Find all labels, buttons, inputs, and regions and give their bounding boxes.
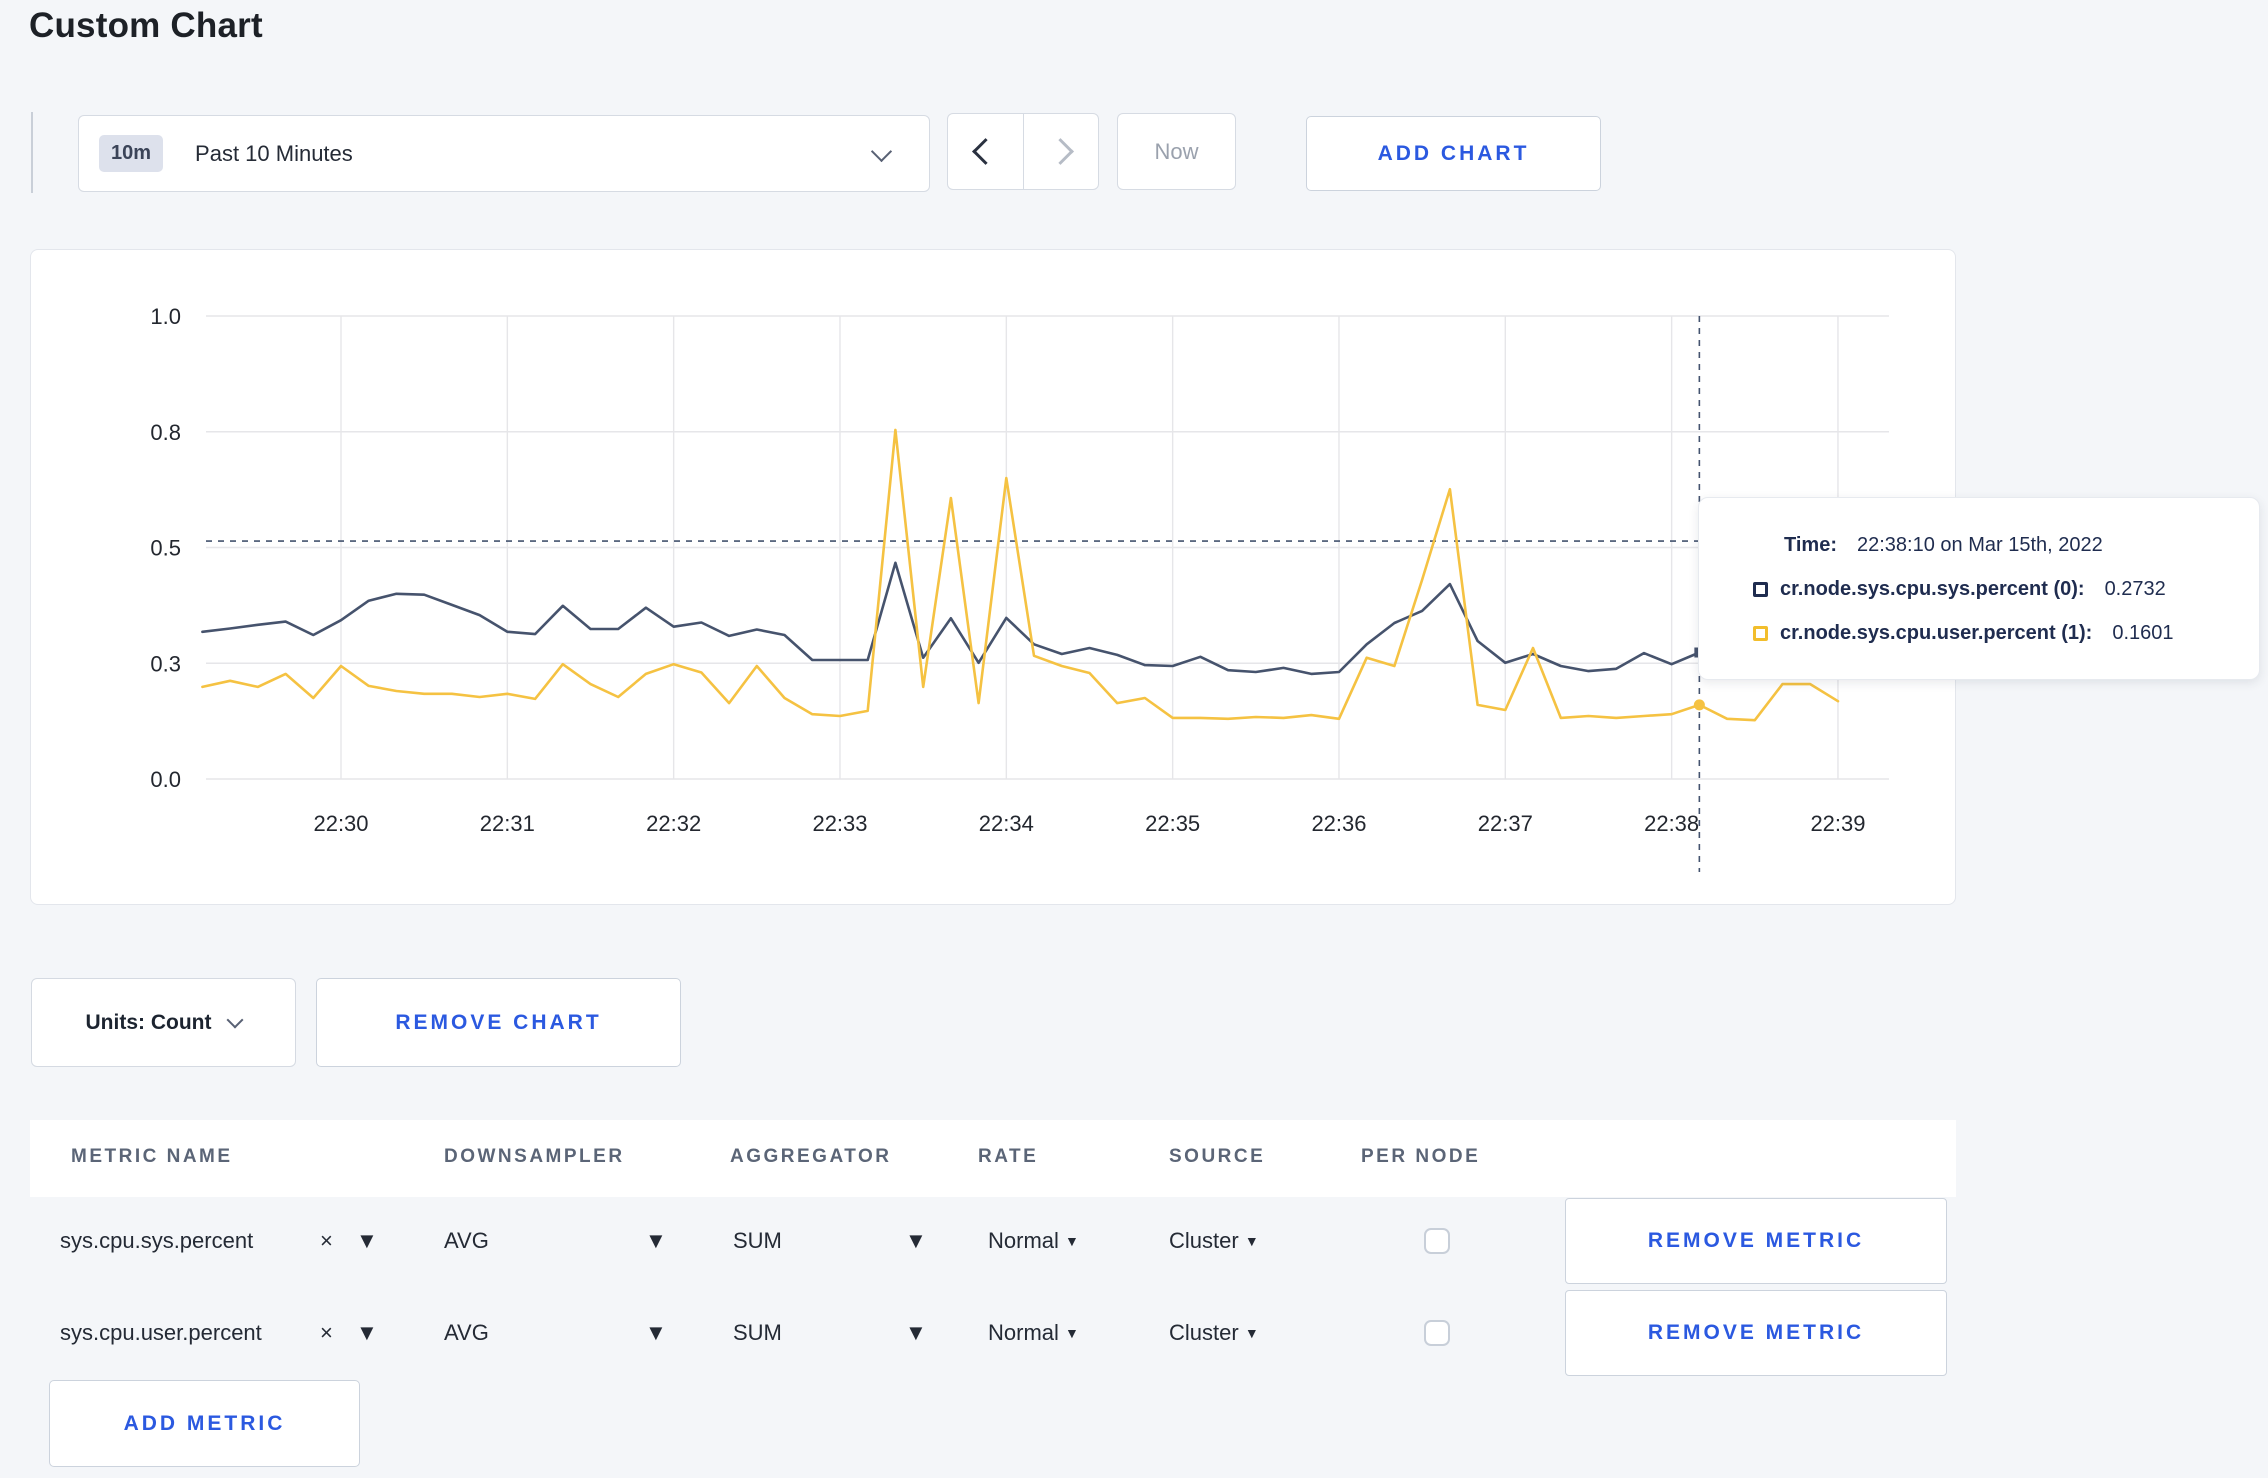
caret-down-icon[interactable]: ▼ bbox=[645, 1198, 667, 1284]
svg-text:22:39: 22:39 bbox=[1810, 811, 1865, 836]
time-range-badge: 10m bbox=[99, 135, 164, 172]
time-range-label: Past 10 Minutes bbox=[195, 140, 353, 166]
tooltip-time-label: Time: bbox=[1784, 534, 1837, 556]
remove-metric-button[interactable]: REMOVE METRIC bbox=[1565, 1198, 1947, 1284]
col-per-node: PER NODE bbox=[1361, 1146, 1481, 1167]
toolbar-divider bbox=[31, 112, 33, 193]
clear-metric-icon[interactable]: × bbox=[320, 1290, 333, 1376]
time-range-select[interactable]: 10m Past 10 Minutes bbox=[78, 115, 930, 192]
tooltip-series-label: cr.node.sys.cpu.user.percent (1): bbox=[1780, 622, 2093, 644]
aggregator-select[interactable]: SUM bbox=[733, 1198, 782, 1284]
add-metric-button[interactable]: ADD METRIC bbox=[49, 1380, 360, 1467]
svg-text:22:32: 22:32 bbox=[646, 811, 701, 836]
metric-table-row: sys.cpu.user.percent × ▼ AVG ▼ SUM ▼ Nor… bbox=[0, 1290, 2268, 1376]
tooltip-series-label: cr.node.sys.cpu.sys.percent (0): bbox=[1780, 578, 2085, 600]
downsampler-select[interactable]: AVG bbox=[444, 1290, 489, 1376]
caret-down-icon[interactable]: ▼ bbox=[905, 1198, 927, 1284]
remove-chart-button[interactable]: REMOVE CHART bbox=[316, 978, 681, 1067]
metrics-table-header: METRIC NAME DOWNSAMPLER AGGREGATOR RATE … bbox=[30, 1120, 1956, 1197]
chevron-left-icon bbox=[971, 138, 999, 165]
per-node-checkbox[interactable] bbox=[1424, 1228, 1450, 1254]
caret-down-icon: ▼ bbox=[1065, 1325, 1079, 1341]
add-chart-button[interactable]: ADD CHART bbox=[1306, 116, 1601, 191]
chevron-right-icon bbox=[1047, 138, 1075, 165]
downsampler-select[interactable]: AVG bbox=[444, 1198, 489, 1284]
source-select[interactable]: Cluster ▼ bbox=[1169, 1290, 1259, 1376]
svg-text:22:34: 22:34 bbox=[979, 811, 1034, 836]
page-title: Custom Chart bbox=[29, 6, 263, 45]
units-label: Units: Count bbox=[85, 1010, 212, 1034]
caret-down-icon: ▼ bbox=[1244, 1325, 1259, 1341]
caret-down-icon[interactable]: ▼ bbox=[356, 1198, 378, 1284]
caret-down-icon[interactable]: ▼ bbox=[645, 1290, 667, 1376]
chart-card: 1.0 0.8 0.5 0.3 0.0 22:30 22:31 22:32 22:33 22:34… bbox=[30, 249, 1956, 905]
caret-down-icon: ▼ bbox=[1244, 1233, 1259, 1249]
svg-text:0.3: 0.3 bbox=[150, 651, 181, 676]
col-metric-name: METRIC NAME bbox=[71, 1146, 233, 1167]
svg-text:22:31: 22:31 bbox=[480, 811, 535, 836]
caret-down-icon[interactable]: ▼ bbox=[356, 1290, 378, 1376]
svg-text:22:38: 22:38 bbox=[1644, 811, 1699, 836]
chart-canvas[interactable]: 1.0 0.8 0.5 0.3 0.0 22:30 22:31 22:32 22:33 22:34… bbox=[31, 250, 1955, 904]
col-source: SOURCE bbox=[1169, 1146, 1266, 1167]
caret-down-icon[interactable]: ▼ bbox=[905, 1290, 927, 1376]
series-swatch-icon bbox=[1753, 626, 1768, 641]
source-select[interactable]: Cluster ▼ bbox=[1169, 1198, 1259, 1284]
metric-name-select[interactable]: sys.cpu.user.percent bbox=[60, 1290, 262, 1376]
prev-time-button[interactable] bbox=[948, 114, 1024, 189]
tooltip-series-value: 0.2732 bbox=[2104, 578, 2166, 600]
per-node-checkbox[interactable] bbox=[1424, 1320, 1450, 1346]
col-aggregator: AGGREGATOR bbox=[730, 1146, 892, 1167]
metric-table-row: sys.cpu.sys.percent × ▼ AVG ▼ SUM ▼ Norm… bbox=[0, 1198, 2268, 1284]
svg-text:0.5: 0.5 bbox=[150, 536, 181, 561]
next-time-button[interactable] bbox=[1024, 114, 1099, 189]
col-downsampler: DOWNSAMPLER bbox=[444, 1146, 625, 1167]
now-button[interactable]: Now bbox=[1117, 113, 1236, 190]
col-rate: RATE bbox=[978, 1146, 1039, 1167]
units-select[interactable]: Units: Count bbox=[31, 978, 296, 1067]
svg-text:1.0: 1.0 bbox=[150, 304, 181, 329]
svg-text:0.0: 0.0 bbox=[150, 767, 181, 792]
rate-select[interactable]: Normal ▼ bbox=[988, 1198, 1079, 1284]
remove-metric-button[interactable]: REMOVE METRIC bbox=[1565, 1290, 1947, 1376]
rate-select[interactable]: Normal ▼ bbox=[988, 1290, 1079, 1376]
svg-text:22:33: 22:33 bbox=[812, 811, 867, 836]
tooltip-time-value: 22:38:10 on Mar 15th, 2022 bbox=[1856, 534, 2103, 556]
metric-name-select[interactable]: sys.cpu.sys.percent bbox=[60, 1198, 253, 1284]
tooltip-series-value: 0.1601 bbox=[2112, 622, 2174, 644]
svg-text:22:30: 22:30 bbox=[313, 811, 368, 836]
time-step-group bbox=[947, 113, 1099, 190]
chart-tooltip: Time: 22:38:10 on Mar 15th, 2022 cr.node… bbox=[1698, 497, 2260, 680]
aggregator-select[interactable]: SUM bbox=[733, 1290, 782, 1376]
svg-text:22:37: 22:37 bbox=[1478, 811, 1533, 836]
caret-down-icon: ▼ bbox=[1065, 1233, 1079, 1249]
svg-text:22:35: 22:35 bbox=[1145, 811, 1200, 836]
chevron-down-icon bbox=[226, 1011, 244, 1028]
chevron-down-icon bbox=[870, 140, 893, 163]
series-swatch-icon bbox=[1753, 582, 1768, 597]
clear-metric-icon[interactable]: × bbox=[320, 1198, 333, 1284]
svg-text:0.8: 0.8 bbox=[150, 420, 181, 445]
svg-text:22:36: 22:36 bbox=[1311, 811, 1366, 836]
